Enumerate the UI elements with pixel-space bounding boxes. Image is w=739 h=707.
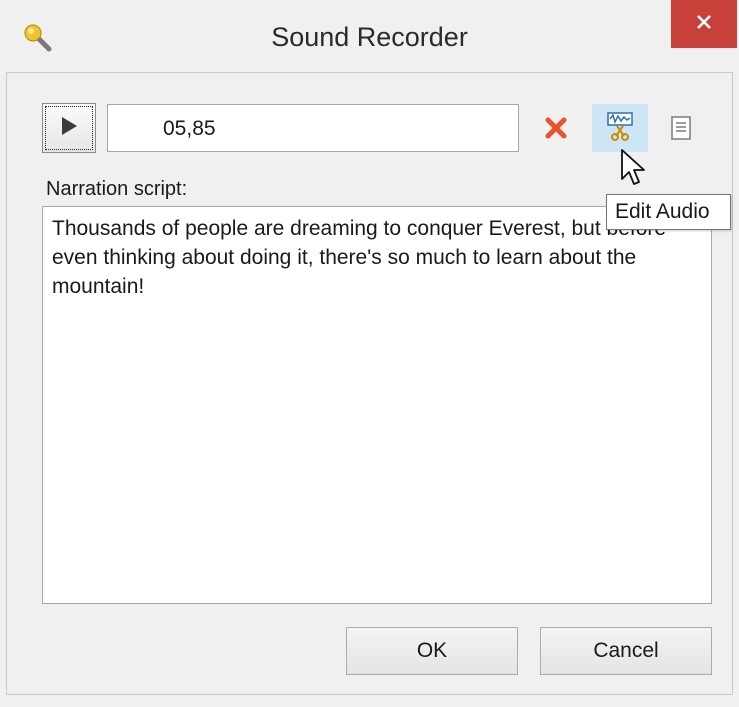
window-title: Sound Recorder [271, 22, 468, 52]
edit-audio-icon [603, 109, 637, 148]
play-icon [60, 116, 78, 141]
script-icon [670, 115, 692, 146]
narration-script-label: Narration script: [46, 178, 188, 200]
play-button[interactable] [42, 103, 96, 153]
narration-script-button[interactable] [662, 112, 700, 148]
edit-audio-tooltip: Edit Audio [606, 194, 731, 230]
narration-script-textarea[interactable]: Thousands of people are dreaming to conq… [42, 206, 712, 604]
delete-recording-button[interactable] [538, 112, 574, 148]
ok-button[interactable]: OK [346, 627, 518, 675]
close-icon [695, 13, 713, 36]
cancel-button[interactable]: Cancel [540, 627, 712, 675]
delete-icon [544, 116, 568, 145]
edit-audio-button[interactable] [592, 104, 648, 152]
recording-time-field[interactable]: 05,85 [107, 104, 519, 152]
title-bar: Sound Recorder [0, 0, 739, 72]
sound-recorder-window: Sound Recorder 05,85 Narration script: T… [0, 0, 739, 707]
close-button[interactable] [671, 0, 737, 48]
mouse-pointer-icon [619, 148, 649, 188]
